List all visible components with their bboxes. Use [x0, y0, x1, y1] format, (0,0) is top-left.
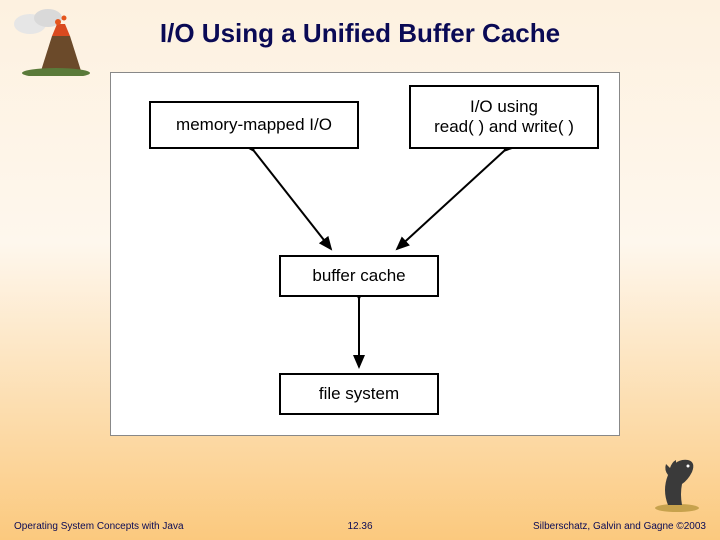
- box-label: buffer cache: [312, 266, 405, 286]
- dinosaur-icon: [648, 450, 706, 512]
- footer-page-number: 12.36: [0, 521, 720, 532]
- slide-title: I/O Using a Unified Buffer Cache: [0, 18, 720, 49]
- box-buffer-cache: buffer cache: [279, 255, 439, 297]
- slide: I/O Using a Unified Buffer Cache memory-…: [0, 0, 720, 540]
- diagram-frame: memory-mapped I/O I/O using read( ) and …: [110, 72, 620, 436]
- footer: Operating System Concepts with Java 12.3…: [0, 521, 720, 532]
- box-memory-mapped-io: memory-mapped I/O: [149, 101, 359, 149]
- box-file-system: file system: [279, 373, 439, 415]
- box-label: memory-mapped I/O: [176, 115, 332, 135]
- box-io-read-write: I/O using read( ) and write( ): [409, 85, 599, 149]
- box-label: I/O using read( ) and write( ): [434, 97, 574, 138]
- box-label: file system: [319, 384, 399, 404]
